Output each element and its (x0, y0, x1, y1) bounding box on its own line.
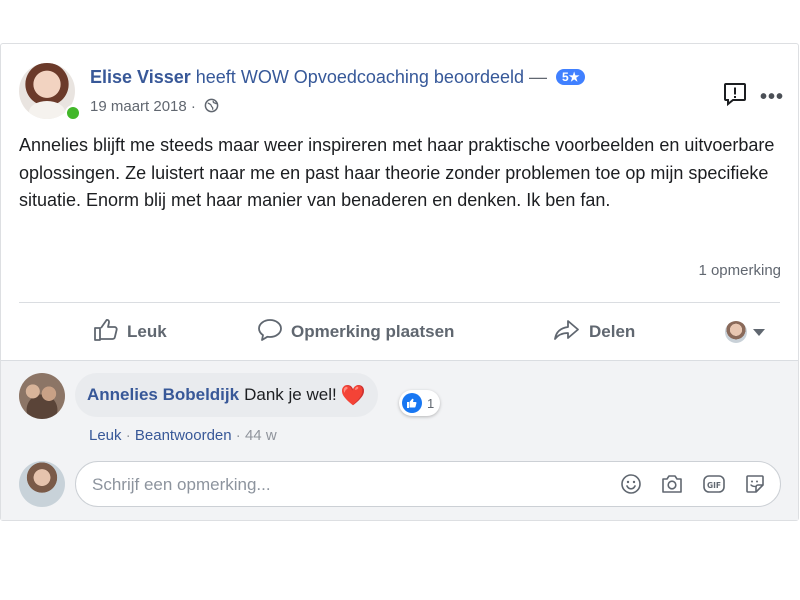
review-text: Annelies blijft me steeds maar weer insp… (19, 135, 775, 210)
share-label: Delen (589, 322, 636, 341)
comment-label: Opmerking plaatsen (291, 322, 455, 341)
more-options-icon[interactable]: ••• (760, 87, 784, 107)
comment-time-link[interactable]: 44 w (245, 427, 277, 444)
comment-reply-link[interactable]: Beantwoorden (135, 427, 232, 444)
like-button[interactable]: Leuk (93, 312, 167, 352)
meta-dot: · (235, 427, 241, 444)
share-button[interactable]: Delen (553, 312, 635, 352)
svg-text:GIF: GIF (707, 481, 721, 490)
emoji-icon[interactable] (620, 473, 642, 495)
chevron-down-icon (753, 328, 765, 336)
share-arrow-icon (553, 318, 581, 347)
speech-bubble-icon (257, 318, 283, 347)
globe-icon[interactable] (204, 98, 219, 117)
comment-bubble: Annelies Bobeldijk Dank je wel! ❤️ (75, 373, 378, 417)
viewer-avatar (19, 461, 65, 507)
heart-emoji: ❤️ (340, 384, 366, 407)
online-status-dot (65, 105, 81, 121)
page-name-link[interactable]: WOW Opvoedcoaching (241, 67, 429, 87)
action-bar: Leuk Opmerking plaatsen Delen (19, 312, 780, 352)
meta-dot: · (125, 427, 131, 444)
meta-separator: · (190, 98, 196, 115)
comment-composer[interactable]: GIF (75, 461, 781, 508)
comments-section: Annelies Bobeldijk Dank je wel! ❤️ 1 Leu… (1, 360, 798, 520)
camera-icon[interactable] (660, 473, 684, 495)
rating-badge: 5★ (556, 69, 586, 85)
comment-author-link[interactable]: Annelies Bobeldijk (87, 385, 239, 405)
comment-like-link[interactable]: Leuk (89, 427, 122, 444)
review-post-card: Elise Visser heeft WOW Opvoedcoaching be… (0, 43, 799, 521)
viewer-mini-avatar (725, 321, 747, 343)
audience-selector[interactable] (725, 312, 765, 352)
action-text: beoordeeld (433, 67, 525, 87)
comment-text: Dank je wel! (244, 385, 337, 404)
comment-button[interactable]: Opmerking plaatsen (257, 312, 454, 352)
sticker-icon[interactable] (744, 473, 766, 495)
thumbs-up-icon (93, 318, 119, 347)
commenter-avatar[interactable] (19, 373, 65, 419)
author-name-link[interactable]: Elise Visser (90, 67, 191, 87)
verb-text: heeft (195, 67, 236, 87)
report-icon[interactable] (722, 81, 748, 112)
dash-separator: — (529, 67, 548, 87)
comment-meta: Leuk · Beantwoorden · 44 w (89, 427, 277, 444)
divider (19, 302, 780, 303)
composer-icons: GIF (620, 473, 766, 495)
post-top-icons: ••• (722, 81, 784, 112)
like-label: Leuk (127, 322, 167, 341)
reaction-count: 1 (427, 395, 435, 411)
comment-reactions[interactable]: 1 (399, 390, 441, 416)
post-title-line: Elise Visser heeft WOW Opvoedcoaching be… (90, 67, 586, 88)
gif-icon[interactable]: GIF (702, 473, 726, 495)
post-meta: 19 maart 2018 · (90, 98, 219, 117)
comment-count-link[interactable]: 1 opmerking (698, 262, 781, 279)
post-header: Elise Visser heeft WOW Opvoedcoaching be… (19, 63, 798, 123)
like-reaction-icon (402, 393, 422, 413)
comment-input[interactable] (90, 462, 594, 508)
post-date-link[interactable]: 19 maart 2018 (90, 98, 187, 115)
